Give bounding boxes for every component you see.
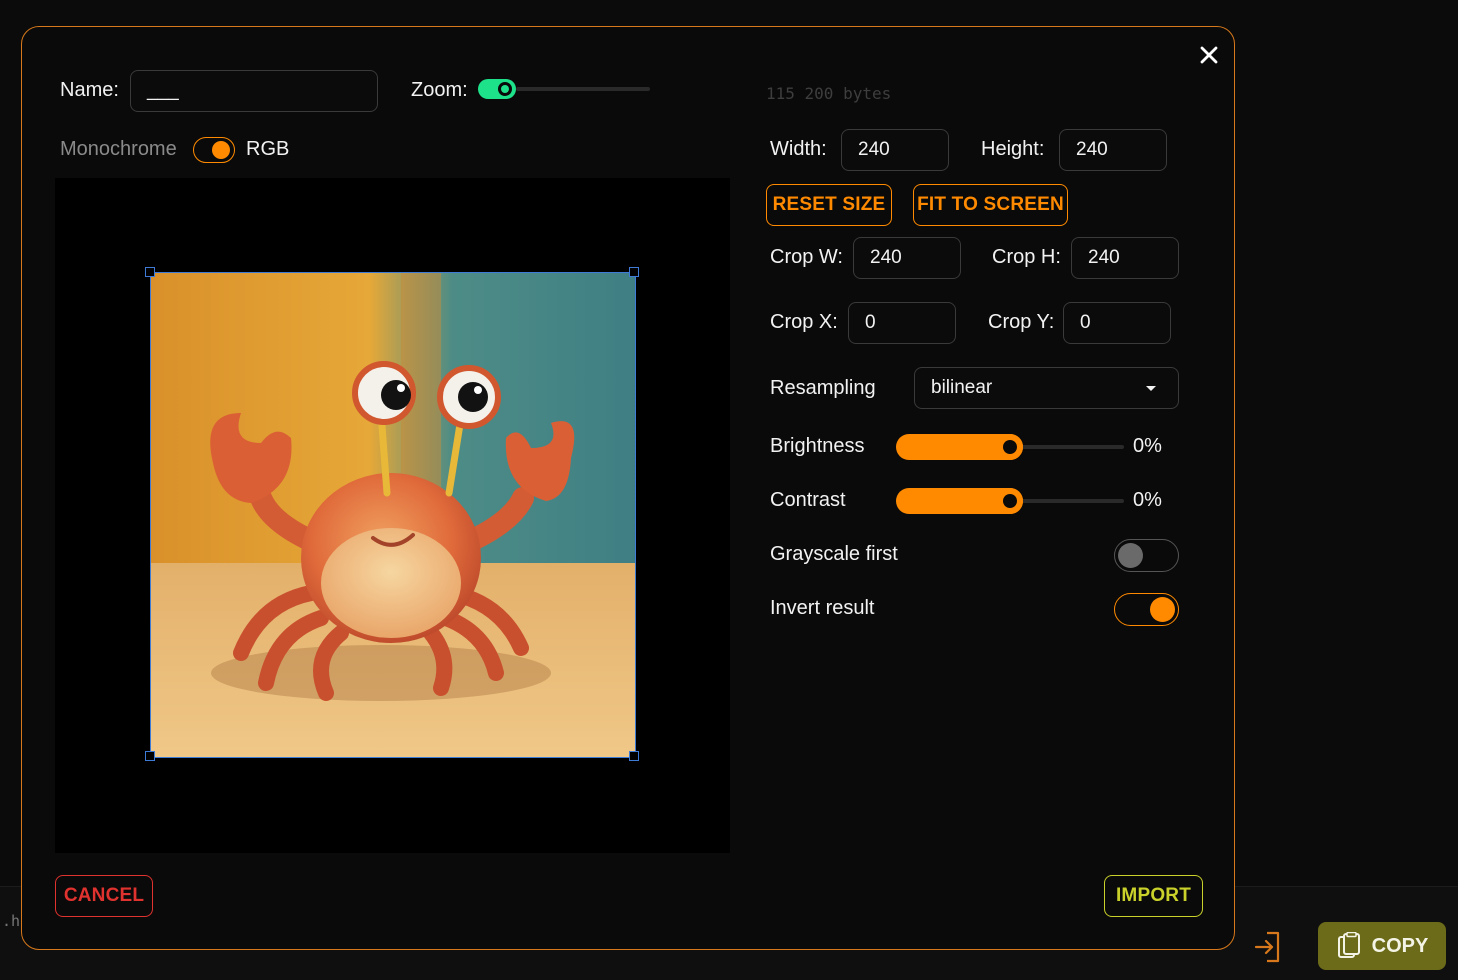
crop-x-input-value: 0	[865, 312, 876, 333]
fit-to-screen-button[interactable]: FIT TO SCREEN	[913, 184, 1068, 226]
crop-handle-top-left[interactable]	[145, 267, 155, 277]
name-input[interactable]: ___	[130, 70, 378, 112]
crop-y-label: Crop Y:	[988, 311, 1055, 333]
clipboard-icon	[1337, 932, 1360, 958]
brightness-label: Brightness	[770, 435, 865, 457]
crop-handle-bottom-right[interactable]	[629, 751, 639, 761]
contrast-value: 0%	[1133, 489, 1162, 511]
contrast-slider-knob[interactable]	[997, 488, 1023, 514]
invert-result-toggle[interactable]	[1114, 593, 1179, 626]
height-input-value: 240	[1076, 139, 1108, 160]
image-preview[interactable]	[55, 178, 730, 853]
caret-down-icon	[1146, 386, 1156, 391]
crop-w-input[interactable]: 240	[853, 237, 961, 279]
close-button[interactable]	[1195, 41, 1223, 69]
width-input-value: 240	[858, 139, 890, 160]
crab-image	[151, 273, 635, 757]
zoom-slider[interactable]	[516, 87, 650, 91]
import-button[interactable]: IMPORT	[1104, 875, 1203, 917]
import-icon[interactable]	[1253, 930, 1283, 964]
color-mode-toggle[interactable]	[193, 137, 235, 163]
crop-handle-top-right[interactable]	[629, 267, 639, 277]
resampling-label: Resampling	[770, 377, 876, 399]
reset-size-button[interactable]: RESET SIZE	[766, 184, 892, 226]
width-label: Width:	[770, 138, 827, 160]
grayscale-first-toggle[interactable]	[1114, 539, 1179, 572]
zoom-label: Zoom:	[411, 79, 468, 101]
height-input[interactable]: 240	[1059, 129, 1167, 171]
crop-handle-bottom-left[interactable]	[145, 751, 155, 761]
grayscale-first-label: Grayscale first	[770, 543, 898, 565]
image-import-dialog: Name: ___ Zoom: 115 200 bytes Monochrome…	[21, 26, 1235, 950]
copy-button-label: COPY	[1371, 934, 1429, 957]
width-input[interactable]: 240	[841, 129, 949, 171]
crop-h-input[interactable]: 240	[1071, 237, 1179, 279]
zoom-toggle[interactable]	[478, 79, 516, 99]
cancel-button[interactable]: CANCEL	[55, 875, 153, 917]
crop-h-label: Crop H:	[992, 246, 1061, 268]
name-label: Name:	[60, 79, 119, 101]
byte-count: 115 200 bytes	[766, 84, 892, 103]
crop-y-input[interactable]: 0	[1063, 302, 1171, 344]
invert-result-label: Invert result	[770, 597, 875, 619]
crop-frame[interactable]	[150, 272, 636, 758]
monochrome-label: Monochrome	[60, 138, 177, 160]
copy-button[interactable]: COPY	[1318, 922, 1446, 970]
crop-w-label: Crop W:	[770, 246, 843, 268]
crop-w-input-value: 240	[870, 247, 902, 268]
rgb-label: RGB	[246, 138, 290, 160]
crop-h-input-value: 240	[1088, 247, 1120, 268]
crop-x-label: Crop X:	[770, 311, 838, 333]
close-icon	[1200, 46, 1218, 64]
height-label: Height:	[981, 138, 1045, 160]
name-input-value: ___	[147, 80, 179, 101]
brightness-value: 0%	[1133, 435, 1162, 457]
resampling-select-value: bilinear	[931, 377, 993, 398]
crop-x-input[interactable]: 0	[848, 302, 956, 344]
resampling-select[interactable]: bilinear	[914, 367, 1179, 409]
contrast-label: Contrast	[770, 489, 846, 511]
crop-y-input-value: 0	[1080, 312, 1091, 333]
brightness-slider-knob[interactable]	[997, 434, 1023, 460]
